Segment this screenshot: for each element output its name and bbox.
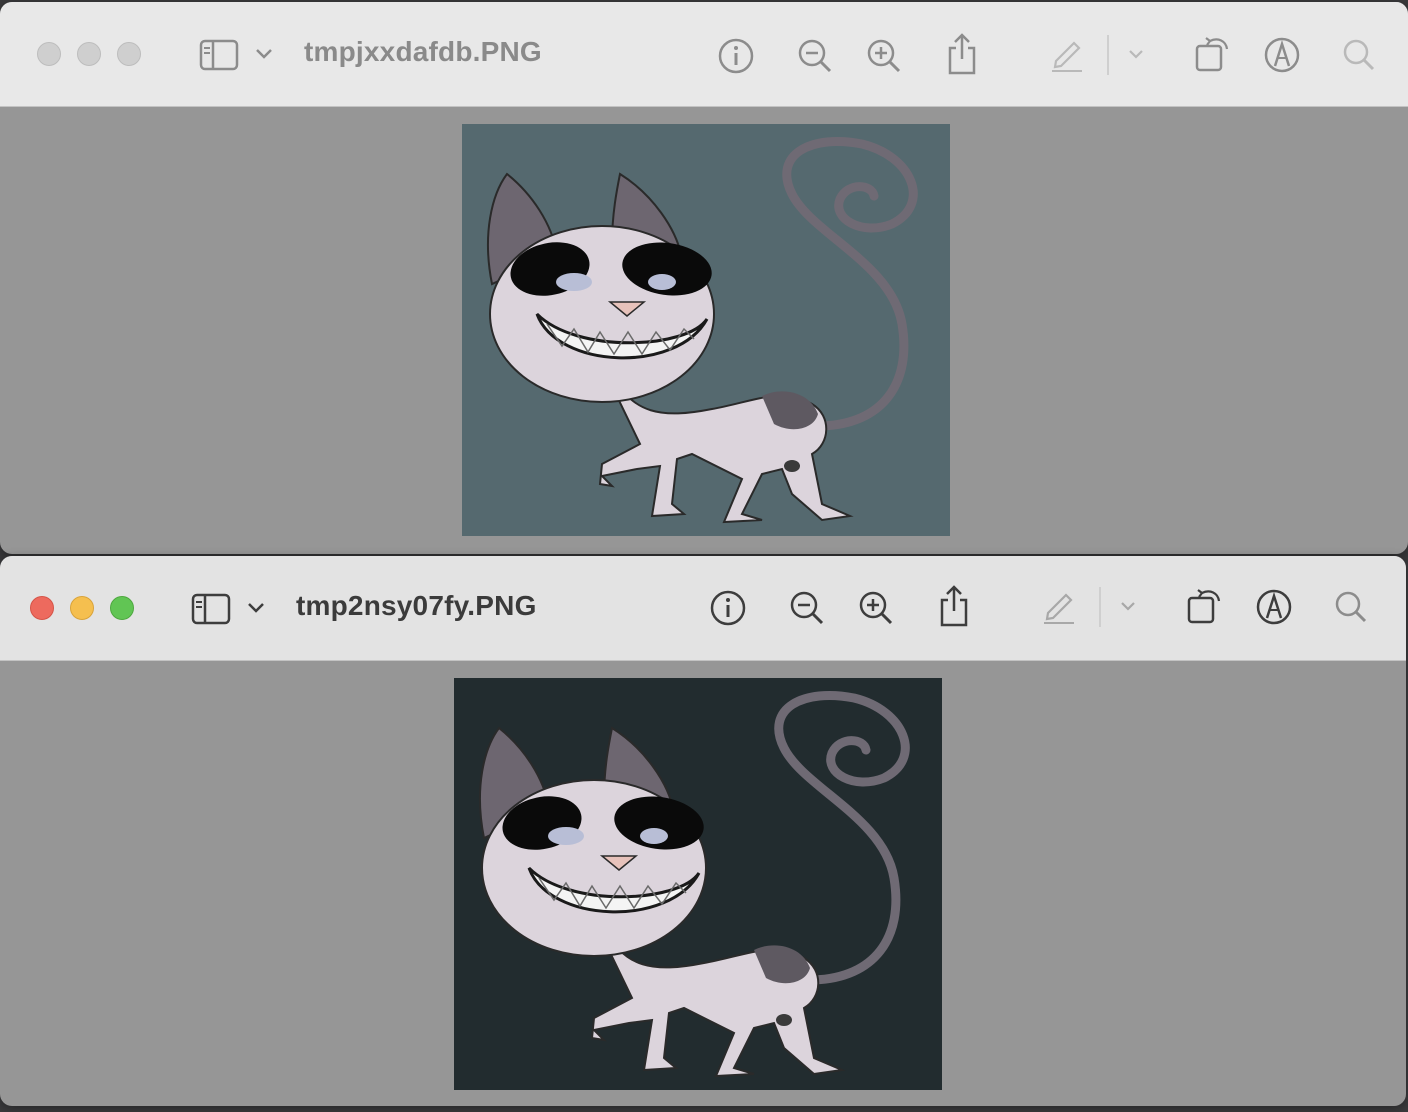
- annotate-icon[interactable]: [1255, 588, 1293, 626]
- sidebar-icon[interactable]: [191, 592, 231, 626]
- toolbar-divider: [1107, 35, 1109, 75]
- search-icon[interactable]: [1333, 589, 1369, 625]
- close-button[interactable]: [30, 596, 54, 620]
- maximize-button[interactable]: [110, 596, 134, 620]
- sidebar-icon[interactable]: [199, 38, 239, 72]
- zoom-out-icon[interactable]: [788, 589, 826, 627]
- title-bar[interactable]: tmp2nsy07fy.PNG: [0, 556, 1406, 661]
- title-bar[interactable]: tmpjxxdafdb.PNG: [0, 2, 1408, 107]
- markup-pencil-icon[interactable]: [1040, 587, 1078, 625]
- chevron-down-icon[interactable]: [1119, 600, 1137, 614]
- maximize-button[interactable]: [117, 42, 141, 66]
- zoom-out-icon[interactable]: [796, 37, 834, 75]
- cartoon-cat-image: [454, 678, 942, 1090]
- share-icon[interactable]: [945, 32, 979, 76]
- rotate-icon[interactable]: [1184, 585, 1224, 627]
- info-icon[interactable]: [717, 37, 755, 75]
- info-icon[interactable]: [709, 589, 747, 627]
- rotate-icon[interactable]: [1192, 33, 1232, 75]
- minimize-button[interactable]: [70, 596, 94, 620]
- cartoon-cat-image: [462, 124, 950, 536]
- annotate-icon[interactable]: [1263, 36, 1301, 74]
- toolbar-divider: [1099, 587, 1101, 627]
- markup-pencil-icon[interactable]: [1048, 35, 1086, 73]
- window-title: tmpjxxdafdb.PNG: [304, 36, 542, 67]
- preview-window-1[interactable]: tmpjxxdafdb.PNG: [0, 2, 1408, 554]
- zoom-in-icon[interactable]: [865, 37, 903, 75]
- chevron-down-icon[interactable]: [254, 46, 274, 62]
- chevron-down-icon[interactable]: [246, 600, 266, 616]
- minimize-button[interactable]: [77, 42, 101, 66]
- preview-window-2[interactable]: tmp2nsy07fy.PNG: [0, 556, 1406, 1106]
- search-icon[interactable]: [1341, 37, 1377, 73]
- zoom-in-icon[interactable]: [857, 589, 895, 627]
- chevron-down-icon[interactable]: [1127, 48, 1145, 62]
- share-icon[interactable]: [937, 584, 971, 628]
- close-button[interactable]: [37, 42, 61, 66]
- window-title: tmp2nsy07fy.PNG: [296, 590, 537, 621]
